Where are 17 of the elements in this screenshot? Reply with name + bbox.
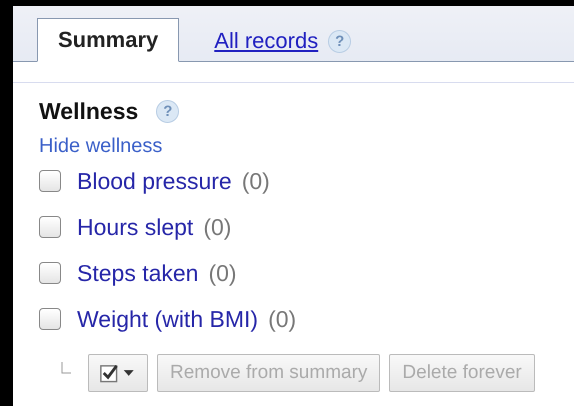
tab-link[interactable]: All records	[214, 28, 318, 54]
record-link[interactable]: Hours slept	[77, 214, 194, 240]
checkbox[interactable]	[39, 262, 61, 284]
select-menu-button[interactable]	[88, 354, 148, 392]
checkbox[interactable]	[39, 216, 61, 238]
record-count: (0)	[268, 306, 296, 332]
tree-elbow-icon	[61, 362, 71, 374]
section-title: Wellness	[39, 98, 138, 124]
record-link[interactable]: Blood pressure	[77, 168, 232, 194]
record-link[interactable]: Steps taken	[77, 260, 198, 286]
checkbox[interactable]	[39, 308, 61, 330]
record-count: (0)	[203, 214, 232, 240]
record-count: (0)	[242, 168, 270, 194]
record-link[interactable]: Weight (with BMI)	[77, 306, 258, 332]
checkbox[interactable]	[39, 170, 61, 192]
hide-link[interactable]: Hide wellness	[39, 134, 574, 158]
record-count: (0)	[208, 260, 237, 286]
